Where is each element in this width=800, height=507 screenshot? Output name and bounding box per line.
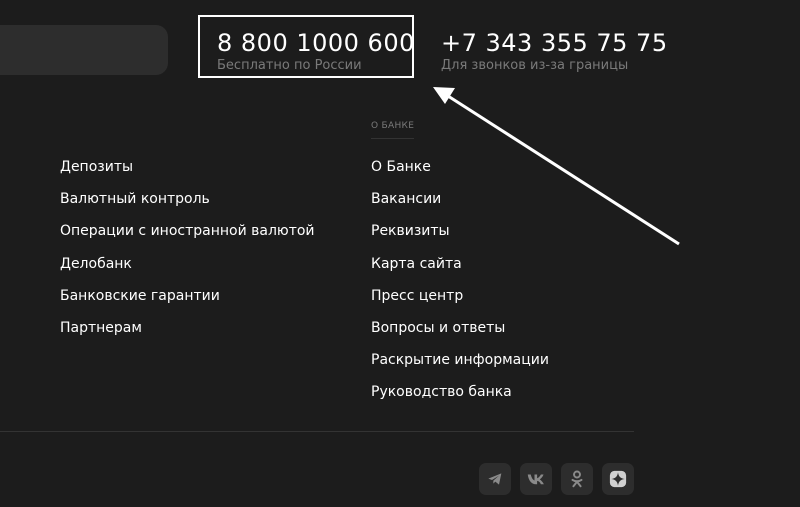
footer-page: 8 800 1000 600 Бесплатно по России +7 34… [0, 0, 800, 507]
dzen-icon [609, 470, 627, 488]
vk-icon [527, 474, 544, 485]
list-item: Вакансии [371, 189, 549, 221]
footer-link-requisites[interactable]: Реквизиты [371, 223, 450, 239]
telegram-button[interactable] [479, 463, 511, 495]
list-item: Депозиты [60, 157, 315, 189]
footer-link-sitemap[interactable]: Карта сайта [371, 256, 462, 272]
list-item: Партнерам [60, 318, 315, 350]
footer-link-deposits[interactable]: Депозиты [60, 159, 133, 175]
footer-link-about[interactable]: О Банке [371, 159, 431, 175]
footer-link-bank-guarantees[interactable]: Банковские гарантии [60, 288, 220, 304]
footer-link-disclosure[interactable]: Раскрытие информации [371, 352, 549, 368]
dzen-button[interactable] [602, 463, 634, 495]
footer-link-faq[interactable]: Вопросы и ответы [371, 320, 505, 336]
footer-link-press-center[interactable]: Пресс центр [371, 288, 463, 304]
footer-link-foreign-currency-operations[interactable]: Операции с иностранной валютой [60, 223, 315, 239]
list-item: Карта сайта [371, 254, 549, 286]
left-link-list: Депозиты Валютный контроль Операции с ин… [60, 157, 315, 350]
footer-divider [0, 431, 634, 432]
list-item: Руководство банка [371, 382, 549, 414]
footer-link-currency-control[interactable]: Валютный контроль [60, 191, 210, 207]
list-item: Раскрытие информации [371, 350, 549, 382]
about-link-list: О Банке Вакансии Реквизиты Карта сайта П… [371, 157, 549, 415]
footer-link-partners[interactable]: Партнерам [60, 320, 142, 336]
list-item: О Банке [371, 157, 549, 189]
list-item: Операции с иностранной валютой [60, 221, 315, 253]
list-item: Вопросы и ответы [371, 318, 549, 350]
footer-link-management[interactable]: Руководство банка [371, 384, 512, 400]
list-item: Пресс центр [371, 286, 549, 318]
odnoklassniki-icon [571, 470, 583, 488]
list-item: Реквизиты [371, 221, 549, 253]
about-section-heading: О БАНКЕ [371, 121, 415, 139]
list-item: Делобанк [60, 254, 315, 286]
list-item: Банковские гарантии [60, 286, 315, 318]
footer-link-vacancies[interactable]: Вакансии [371, 191, 441, 207]
telegram-icon [488, 473, 502, 485]
footer-link-delobank[interactable]: Делобанк [60, 256, 132, 272]
vk-button[interactable] [520, 463, 552, 495]
odnoklassniki-button[interactable] [561, 463, 593, 495]
list-item: Валютный контроль [60, 189, 315, 221]
